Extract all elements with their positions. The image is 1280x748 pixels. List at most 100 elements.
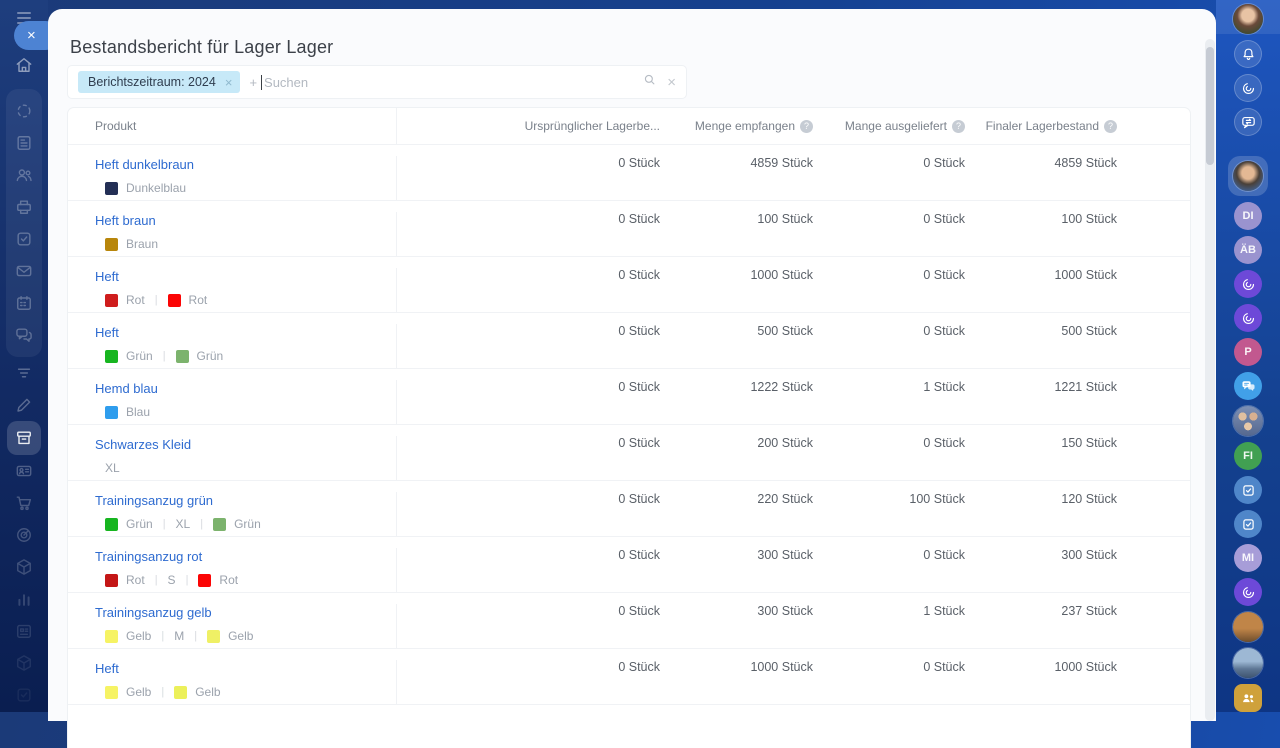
quantity-value: 300 Stück [757, 604, 813, 618]
conversations-button[interactable] [1234, 108, 1262, 136]
help-icon[interactable]: ? [800, 119, 813, 133]
search-input[interactable] [262, 73, 643, 91]
product-link[interactable]: Heft [95, 325, 119, 340]
product-link[interactable]: Trainingsanzug grün [95, 493, 213, 508]
variant-separator: | [194, 630, 198, 642]
variant-label: Rot [126, 573, 145, 587]
sidebar-item-tasks[interactable] [6, 223, 42, 255]
avatar-DI[interactable]: DI [1234, 202, 1262, 230]
quantity-value: 0 Stück [923, 436, 965, 450]
pen-icon [13, 394, 35, 416]
variant-list: Gelb | Gelb [95, 685, 396, 699]
help-icon[interactable]: ? [1104, 119, 1117, 133]
sidebar-item-news[interactable] [6, 127, 42, 159]
quantity-value: 300 Stück [757, 548, 813, 562]
tasks-space-2[interactable] [1234, 510, 1262, 538]
column-header[interactable]: Ursprünglicher Lagerbe... [397, 119, 660, 133]
notifications-button[interactable] [1234, 40, 1262, 68]
avatar-MI[interactable]: MI [1234, 544, 1262, 572]
quantity-value: 1222 Stück [750, 380, 813, 394]
active-user-avatar[interactable] [1233, 161, 1263, 191]
variant-list: Gelb | M | Gelb [95, 629, 396, 643]
variant-label: Grün [126, 349, 153, 363]
table-row: Heft Grün | Grün 0 Stück 500 Stück 0 Stück 500 … [68, 313, 1190, 369]
clear-search-icon[interactable]: × [667, 75, 676, 90]
filter-icon [13, 362, 35, 384]
sidebar-item-print[interactable] [6, 191, 42, 223]
team-avatar[interactable] [1233, 406, 1263, 436]
product-link[interactable]: Trainingsanzug gelb [95, 605, 212, 620]
variant-separator: | [154, 574, 158, 586]
photo-space-1[interactable] [1233, 612, 1263, 642]
quantity-value: 150 Stück [1061, 436, 1117, 450]
sidebar-item-people[interactable] [6, 159, 42, 191]
sidebar-item-target[interactable] [6, 519, 42, 551]
quantity-value: 0 Stück [923, 660, 965, 674]
product-link[interactable]: Trainingsanzug rot [95, 549, 202, 564]
printer-icon [13, 196, 35, 218]
brand-button[interactable] [1234, 74, 1262, 102]
sidebar-item-filter[interactable] [6, 357, 42, 389]
variant-separator: | [162, 518, 166, 530]
report-panel: Bestandsbericht für Lager Lager Berichts… [48, 9, 1216, 748]
sidebar-item-stats[interactable] [6, 583, 42, 615]
product-link[interactable]: Heft [95, 661, 119, 676]
workspace-logo-2[interactable] [1234, 304, 1262, 332]
sidebar-item-cart[interactable] [6, 487, 42, 519]
sidebar-item-warehouse[interactable] [7, 421, 41, 455]
avatar-FI[interactable]: FI [1234, 442, 1262, 470]
product-link[interactable]: Heft braun [95, 213, 156, 228]
quantity-value: 4859 Stück [1054, 156, 1117, 170]
product-link[interactable]: Schwarzes Kleid [95, 437, 191, 452]
users-fill-icon [1240, 690, 1257, 707]
avatar-P[interactable]: P [1234, 338, 1262, 366]
table-row: Hemd blau Blau 0 Stück 1222 Stück 1 Stück 122… [68, 369, 1190, 425]
chat-space[interactable] [1234, 372, 1262, 400]
variant-label: Blau [126, 405, 151, 419]
help-icon[interactable]: ? [952, 119, 965, 133]
variant-label: Grün [126, 517, 153, 531]
quantity-value: 100 Stück [757, 212, 813, 226]
filter-tag[interactable]: Berichtszeitraum: 2024 × [78, 71, 241, 93]
sidebar-item-home[interactable] [6, 49, 42, 81]
variant-list: Blau [95, 405, 396, 419]
product-link[interactable]: Heft dunkelbraun [95, 157, 194, 172]
variant-separator: | [161, 686, 165, 698]
column-header[interactable]: Mange ausgeliefert? [813, 119, 965, 133]
photo-space-2[interactable] [1233, 648, 1263, 678]
scrollbar-thumb[interactable] [1206, 47, 1214, 165]
filter-search-bar[interactable]: Berichtszeitraum: 2024 × + × [68, 66, 686, 98]
color-swatch [105, 573, 118, 587]
product-link[interactable]: Hemd blau [95, 381, 158, 396]
sidebar-item-calendar[interactable] [6, 287, 42, 319]
color-swatch [105, 405, 118, 419]
column-header[interactable]: Menge empfangen? [660, 119, 813, 133]
scrollbar[interactable] [1205, 39, 1215, 721]
color-swatch [105, 237, 118, 251]
sidebar-item-package-dim[interactable] [6, 647, 42, 679]
workspace-logo-1[interactable] [1234, 270, 1262, 298]
sidebar-item-sync[interactable] [6, 95, 42, 127]
sidebar-item-tasks-dim[interactable] [6, 679, 42, 711]
stats-icon [13, 588, 35, 610]
sidebar-item-chat[interactable] [6, 319, 42, 351]
target-icon [13, 524, 35, 546]
sidebar-item-package[interactable] [6, 551, 42, 583]
product-link[interactable]: Heft [95, 269, 119, 284]
sidebar-item-mail[interactable] [6, 255, 42, 287]
avatar-AB[interactable]: ÄB [1234, 236, 1262, 264]
user-avatar[interactable] [1233, 4, 1263, 34]
tasks-space-1[interactable] [1234, 476, 1262, 504]
sidebar-item-planner[interactable] [6, 615, 42, 647]
sidebar-item-badge[interactable] [6, 455, 42, 487]
sidebar-item-edit[interactable] [6, 389, 42, 421]
people-space[interactable] [1234, 684, 1262, 712]
workspace-logo-3[interactable] [1234, 578, 1262, 606]
mail-icon [13, 260, 35, 282]
tasks-icon [13, 684, 35, 706]
quantity-value: 1221 Stück [1054, 380, 1117, 394]
remove-filter-icon[interactable]: × [225, 75, 233, 90]
column-header[interactable]: Finaler Lagerbestand? [965, 119, 1117, 133]
quantity-value: 0 Stück [923, 324, 965, 338]
column-header-produkt[interactable]: Produkt [68, 108, 397, 144]
